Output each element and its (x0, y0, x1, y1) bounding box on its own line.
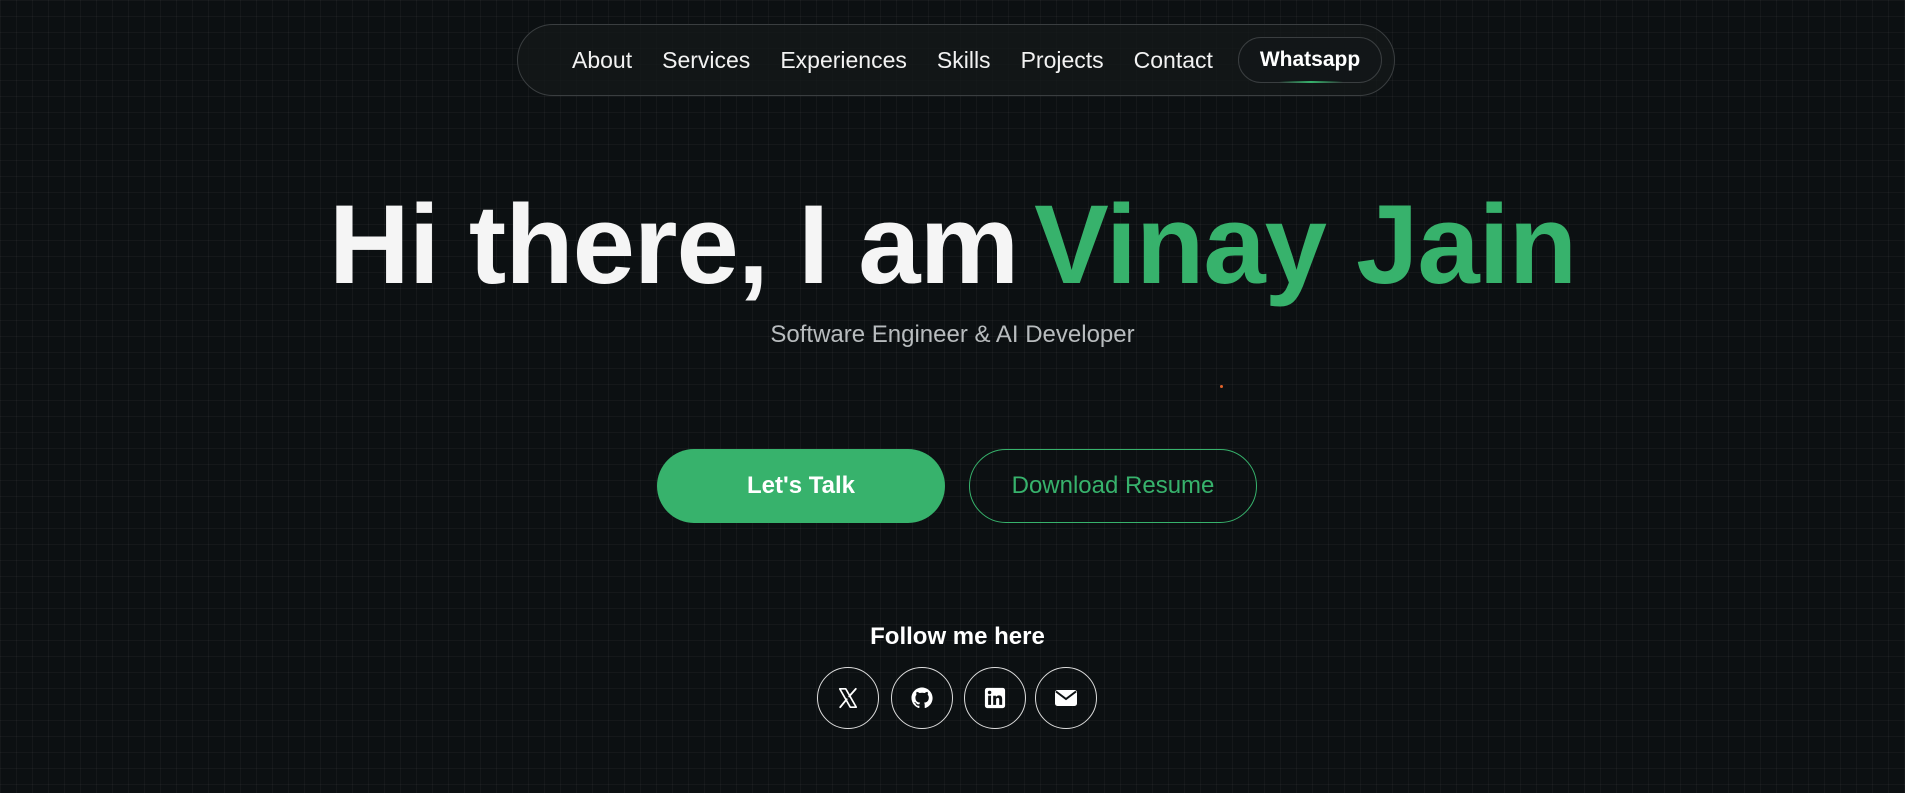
nav-link-skills[interactable]: Skills (937, 47, 991, 74)
top-nav: About Services Experiences Skills Projec… (517, 24, 1395, 96)
nav-link-services[interactable]: Services (662, 47, 750, 74)
lets-talk-button[interactable]: Let's Talk (657, 449, 945, 523)
whatsapp-button-label: Whatsapp (1259, 48, 1361, 71)
github-social-button[interactable] (891, 667, 953, 729)
linkedin-social-button[interactable] (964, 667, 1026, 729)
linkedin-icon (984, 687, 1006, 709)
email-icon (1054, 686, 1078, 710)
hero-title: Hi there, I am Vinay Jain (0, 180, 1905, 310)
nav-link-projects[interactable]: Projects (1021, 47, 1104, 74)
x-social-button[interactable] (817, 667, 879, 729)
nav-link-contact[interactable]: Contact (1134, 47, 1213, 74)
hero-greeting: Hi there, I am (328, 182, 1019, 307)
nav-links: About Services Experiences Skills Projec… (572, 47, 1243, 74)
email-social-button[interactable] (1035, 667, 1097, 729)
github-icon (910, 686, 934, 710)
x-icon (837, 687, 859, 709)
hero-subtitle: Software Engineer & AI Developer (770, 321, 1135, 348)
whatsapp-underline (1279, 81, 1343, 83)
cursor-dot (1220, 385, 1223, 388)
whatsapp-button[interactable]: Whatsapp (1238, 37, 1382, 83)
download-resume-button[interactable]: Download Resume (969, 449, 1257, 523)
follow-label: Follow me here (870, 623, 1045, 650)
nav-link-experiences[interactable]: Experiences (780, 47, 907, 74)
hero-name: Vinay Jain (1034, 182, 1577, 307)
page: About Services Experiences Skills Projec… (0, 0, 1905, 793)
nav-link-about[interactable]: About (572, 47, 632, 74)
